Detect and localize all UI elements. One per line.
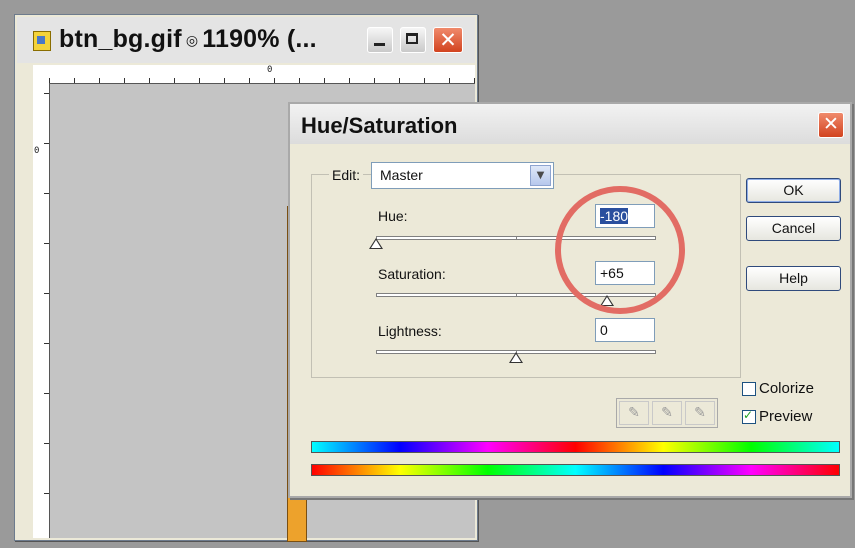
ruler-tick (44, 393, 49, 394)
ruler-zero-label: 0 (267, 65, 273, 75)
ruler-tick (74, 78, 75, 83)
dialog-title: Hue/Saturation (301, 113, 458, 138)
colorize-label: Colorize (759, 380, 815, 397)
minimize-button[interactable] (367, 27, 393, 53)
ruler-tick (44, 243, 49, 244)
horizontal-ruler[interactable]: 0 (49, 65, 475, 84)
ruler-corner[interactable] (33, 65, 50, 84)
ruler-tick (44, 143, 49, 144)
ruler-tick (324, 78, 325, 83)
close-button[interactable]: ✕ (433, 27, 463, 53)
dialog-titlebar[interactable]: Hue/Saturation ✕ (290, 104, 850, 144)
lightness-label: Lightness: (378, 323, 442, 339)
lightness-input[interactable]: 0 (595, 318, 655, 342)
cancel-button[interactable]: Cancel (746, 216, 841, 241)
adjusted-hue-spectrum (311, 441, 840, 453)
document-titlebar[interactable]: btn_bg.gif ◎ 1190% (... ✕ (17, 17, 475, 63)
gif-file-icon (33, 31, 51, 51)
annotation-circle (555, 186, 685, 314)
dialog-close-button[interactable]: ✕ (818, 112, 844, 138)
ruler-tick (249, 78, 250, 83)
maximize-button[interactable] (400, 27, 426, 53)
original-hue-spectrum (311, 464, 840, 476)
hue-label: Hue: (378, 208, 408, 224)
eyedropper-icon[interactable]: ✎ (619, 401, 649, 425)
ruler-tick (399, 78, 400, 83)
ruler-tick (349, 78, 350, 83)
eyedropper-minus-icon[interactable]: ✎ (685, 401, 715, 425)
ruler-tick (44, 293, 49, 294)
hue-saturation-dialog: Hue/Saturation ✕ Edit: Master ▼ Hue: -18… (288, 102, 852, 498)
ruler-tick (44, 343, 49, 344)
ruler-tick (44, 443, 49, 444)
eyedropper-plus-icon[interactable]: ✎ (652, 401, 682, 425)
chevron-down-icon[interactable]: ▼ (530, 165, 551, 186)
preview-checkbox[interactable] (742, 408, 756, 424)
ruler-zero-label-vertical: 0 (34, 146, 40, 156)
ruler-tick (149, 78, 150, 83)
lightness-slider-thumb[interactable] (509, 352, 523, 363)
ruler-tick (474, 78, 475, 83)
ruler-tick (44, 493, 49, 494)
vertical-ruler[interactable]: 0 (33, 83, 50, 538)
ruler-tick (199, 78, 200, 83)
colorize-checkbox[interactable] (742, 382, 756, 396)
ruler-tick (274, 78, 275, 83)
edit-channel-select[interactable]: Master ▼ (371, 162, 554, 189)
ruler-tick (224, 78, 225, 83)
ruler-tick (449, 78, 450, 83)
ruler-tick (44, 193, 49, 194)
hue-slider-thumb[interactable] (369, 238, 383, 249)
help-button[interactable]: Help (746, 266, 841, 291)
ruler-tick (424, 78, 425, 83)
lock-icon: ◎ (185, 31, 199, 48)
edit-label: Edit: (329, 167, 364, 183)
edit-channel-value: Master (380, 167, 423, 183)
preview-label: Preview (759, 408, 813, 425)
ruler-tick (174, 78, 175, 83)
document-title: btn_bg.gif ◎ 1190% (... (59, 25, 317, 53)
ruler-tick (374, 78, 375, 83)
ok-button[interactable]: OK (746, 178, 841, 203)
ruler-tick (124, 78, 125, 83)
saturation-label: Saturation: (378, 266, 446, 282)
ruler-tick (299, 78, 300, 83)
eyedropper-group: ✎ ✎ ✎ (616, 398, 718, 428)
ruler-tick (44, 93, 49, 94)
ruler-tick (99, 78, 100, 83)
